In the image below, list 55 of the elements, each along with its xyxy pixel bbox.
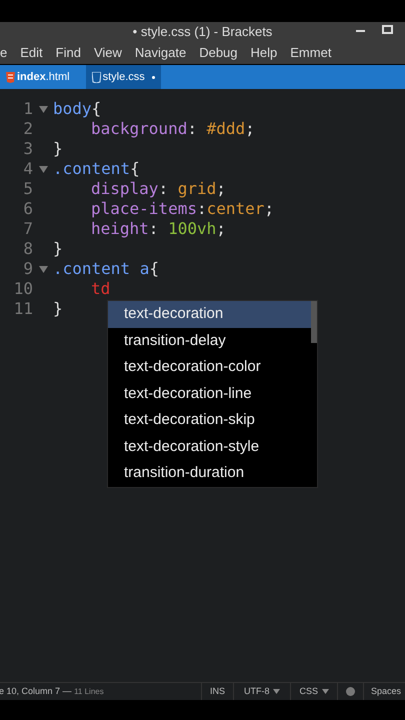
code-line: .content a{ bbox=[53, 258, 159, 280]
code-line: height: 100vh; bbox=[90, 218, 226, 240]
caret-icon bbox=[273, 689, 280, 694]
fold-arrow-icon[interactable] bbox=[38, 106, 48, 112]
code-line: .content{ bbox=[53, 158, 140, 180]
line-number: 11 bbox=[12, 298, 33, 320]
hint-item[interactable]: text-decoration bbox=[108, 301, 311, 328]
window-title: • style.css (1) - Brackets bbox=[132, 23, 272, 42]
line-number: 7 bbox=[22, 218, 33, 240]
menu-item[interactable]: Help bbox=[250, 43, 278, 63]
code-line: } bbox=[53, 238, 63, 260]
hint-item[interactable]: transition-duration bbox=[108, 460, 311, 486]
indent-setting[interactable]: Spaces bbox=[362, 683, 405, 700]
code-line: } bbox=[53, 138, 63, 160]
menu-item[interactable]: Debug bbox=[199, 43, 238, 63]
line-number: 6 bbox=[22, 198, 33, 220]
menu-item[interactable]: e bbox=[0, 43, 8, 63]
encoding-dropdown[interactable]: UTF-8 bbox=[232, 683, 290, 700]
menu-item[interactable]: Emmet bbox=[290, 43, 332, 63]
hint-item[interactable]: text-decoration-skip bbox=[108, 407, 311, 434]
line-number: 2 bbox=[22, 118, 33, 140]
line-number: 10 bbox=[12, 278, 33, 300]
maximize-icon[interactable] bbox=[382, 25, 393, 34]
file-tab[interactable]: index.html bbox=[0, 65, 86, 89]
fold-arrow-icon[interactable] bbox=[38, 266, 48, 272]
language-dropdown[interactable]: CSS bbox=[290, 683, 337, 700]
hint-item[interactable]: text-decoration-line bbox=[108, 380, 311, 407]
hint-item[interactable]: transition-delay bbox=[108, 328, 311, 354]
css-file-icon bbox=[92, 72, 101, 82]
code-line: display: grid; bbox=[90, 178, 226, 200]
menu-item[interactable]: Find bbox=[56, 43, 81, 63]
menu-item[interactable]: View bbox=[94, 43, 122, 63]
insert-mode[interactable]: INS bbox=[200, 683, 233, 700]
line-number: 9 bbox=[22, 258, 33, 280]
line-number: 8 bbox=[22, 238, 33, 260]
hint-item[interactable]: text-decoration-style bbox=[108, 434, 311, 460]
code-line: td bbox=[90, 278, 110, 300]
menu-item[interactable]: Edit bbox=[20, 43, 43, 63]
scrollbar[interactable] bbox=[311, 301, 317, 343]
line-number: 3 bbox=[22, 138, 33, 160]
linter-status-icon[interactable] bbox=[346, 687, 355, 696]
fold-arrow-icon[interactable] bbox=[38, 166, 48, 172]
html-file-icon bbox=[6, 72, 15, 82]
line-number: 4 bbox=[22, 158, 33, 180]
line-number: 1 bbox=[22, 98, 33, 120]
code-line: body{ bbox=[53, 98, 102, 120]
menu-item[interactable]: Navigate bbox=[134, 43, 186, 63]
code-line: background: #ddd; bbox=[90, 118, 255, 140]
hint-item[interactable]: text-decoration-color bbox=[108, 354, 311, 380]
file-tab[interactable]: style.css bbox=[86, 65, 161, 89]
code-line: } bbox=[53, 298, 63, 320]
line-number: 5 bbox=[22, 178, 33, 200]
minimize-icon[interactable] bbox=[356, 29, 365, 33]
caret-icon bbox=[322, 689, 329, 694]
code-line: place-items:center; bbox=[90, 198, 274, 220]
